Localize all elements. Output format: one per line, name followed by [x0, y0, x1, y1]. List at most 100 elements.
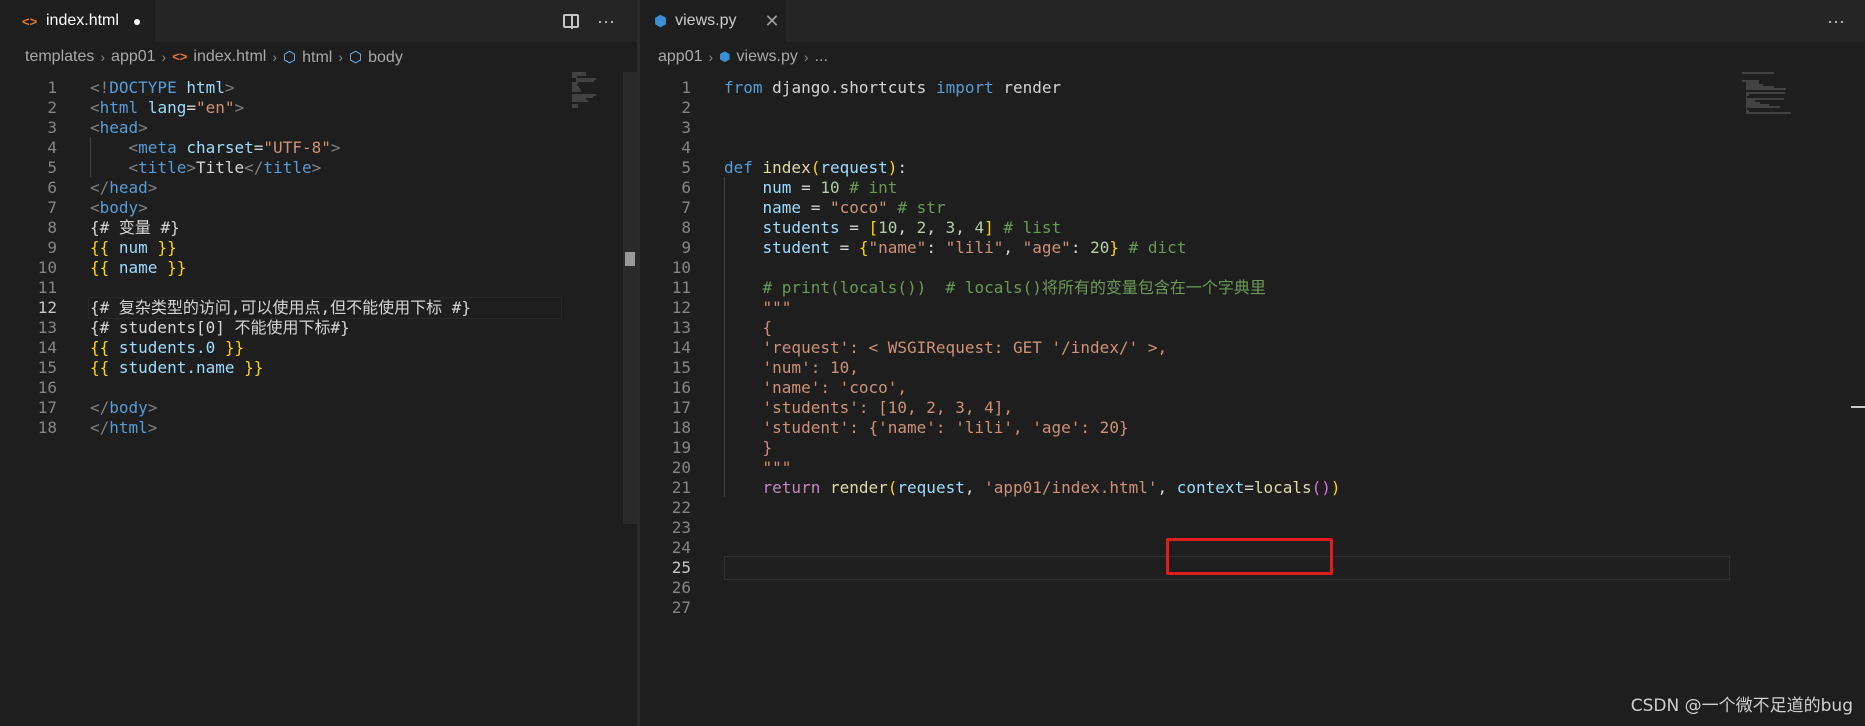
- symbol-element-icon: ⬡: [349, 48, 363, 66]
- breadcrumb-label: templates: [25, 48, 95, 65]
- code-token: 'student': {'name': 'lili', 'age': 20}: [762, 418, 1129, 437]
- vertical-scrollbar[interactable]: [1851, 72, 1865, 726]
- code-token: }}: [157, 258, 187, 277]
- code-token: body: [109, 398, 148, 417]
- line-number: 18: [37, 418, 57, 437]
- symbol-element-icon: ⬡: [283, 48, 297, 66]
- breadcrumb-item[interactable]: <> index.html: [172, 48, 266, 66]
- breadcrumb: templates › app01 › <> index.html › ⬡ html › ⬡ body: [0, 42, 637, 72]
- breadcrumb-item[interactable]: templates: [25, 48, 94, 66]
- code-token: def: [724, 158, 763, 177]
- code-token: <: [128, 158, 139, 177]
- code-token: </: [244, 158, 264, 177]
- breadcrumb-item[interactable]: app01: [111, 48, 156, 66]
- code-token: return: [762, 478, 830, 497]
- code-token: head: [109, 178, 148, 197]
- code-token: django.shortcuts: [772, 78, 936, 97]
- minimap-line: [576, 80, 594, 82]
- minimap-line: [1746, 92, 1785, 94]
- close-icon[interactable]: ✕: [764, 11, 779, 32]
- split-editor-icon[interactable]: [563, 14, 580, 29]
- code-token: 'request': < WSGIRequest: GET '/index/' …: [762, 338, 1168, 357]
- code-token: Title: [195, 158, 245, 177]
- chevron-right-icon: ›: [708, 49, 714, 65]
- code-editor-views-py[interactable]: 1 from django.shortcuts import render 2 3 4 5…: [640, 72, 1865, 726]
- code-token: </: [90, 398, 110, 417]
- code-line[interactable]: 18 </html>: [0, 416, 637, 440]
- code-token: import: [935, 78, 1004, 97]
- breadcrumb-item[interactable]: ⬡ html: [283, 48, 332, 67]
- breadcrumb-item[interactable]: app01: [658, 48, 703, 66]
- code-token: # int: [839, 178, 898, 197]
- code-token: render: [1003, 78, 1062, 97]
- code-token: 2: [916, 218, 927, 237]
- breadcrumb-label: body: [368, 48, 403, 66]
- left-tab-bar: <> index.html ● ···: [0, 0, 637, 42]
- code-token: (): [1311, 478, 1331, 497]
- code-token: <: [128, 138, 139, 157]
- vertical-scrollbar[interactable]: [623, 72, 637, 726]
- chevron-right-icon: ›: [100, 49, 106, 65]
- code-token: name: [118, 258, 158, 277]
- code-token: [: [868, 218, 879, 237]
- tab-views-py[interactable]: ⬢ views.py ✕: [640, 0, 786, 42]
- code-token: }}: [234, 358, 264, 377]
- code-token: {# 变量 #}: [90, 218, 180, 237]
- breadcrumb-item[interactable]: ...: [815, 48, 828, 66]
- code-token: "en": [195, 98, 235, 117]
- code-token: 10: [820, 178, 840, 197]
- more-actions-icon[interactable]: ···: [597, 11, 615, 32]
- minimap-line: [572, 90, 581, 92]
- code-token: >: [138, 118, 148, 137]
- code-token: }: [762, 438, 773, 457]
- code-token: students: [762, 218, 840, 237]
- code-token: {# students[0] 不能使用下标#}: [90, 318, 350, 337]
- code-token: head: [99, 118, 139, 137]
- more-actions-icon[interactable]: ···: [1827, 11, 1845, 32]
- chevron-right-icon: ›: [272, 49, 277, 65]
- code-token: >: [330, 138, 341, 157]
- code-token: }}: [147, 238, 177, 257]
- code-token: # str: [887, 198, 946, 217]
- breadcrumb-item[interactable]: ⬡ body: [349, 48, 403, 67]
- highlight-annotation: [1166, 538, 1333, 575]
- code-token: title: [263, 158, 312, 177]
- code-token: ): [1330, 478, 1341, 497]
- code-token: =: [791, 178, 821, 197]
- minimap[interactable]: [572, 72, 622, 112]
- code-token: =: [839, 218, 869, 237]
- unsaved-dot-icon[interactable]: ●: [133, 13, 141, 29]
- code-token: """: [762, 458, 792, 477]
- code-token: 'students': [10, 2, 3, 4],: [762, 398, 1013, 417]
- code-token: <: [90, 198, 100, 217]
- code-token: {{: [90, 238, 119, 257]
- code-token: charset: [186, 138, 254, 157]
- minimap-line: [1746, 112, 1791, 114]
- code-token: title: [138, 158, 187, 177]
- cursor-marker: [1851, 406, 1865, 408]
- scrollbar-thumb[interactable]: [623, 72, 637, 524]
- code-token: }}: [215, 338, 245, 357]
- html-file-icon: <>: [172, 49, 188, 64]
- breadcrumb-label: views.py: [736, 48, 798, 65]
- minimap[interactable]: [1742, 72, 1792, 114]
- breadcrumb-item[interactable]: ⬢ views.py: [719, 48, 798, 66]
- code-token: ,: [926, 218, 946, 237]
- code-token: <: [90, 98, 100, 117]
- code-token: student.name: [118, 358, 235, 377]
- code-editor-index-html[interactable]: 1 <!DOCTYPE html> 2 <html lang="en"> 3 <head>…: [0, 72, 637, 726]
- html-file-icon: <>: [22, 13, 38, 29]
- code-token: "age": [1022, 238, 1071, 257]
- code-token: (: [887, 478, 898, 497]
- breadcrumb-label: app01: [658, 48, 703, 65]
- tab-index-html[interactable]: <> index.html ●: [0, 0, 155, 42]
- code-token: {{: [90, 338, 119, 357]
- tab-label: index.html: [46, 12, 119, 29]
- python-file-icon: ⬢: [654, 13, 668, 30]
- code-line[interactable]: 27: [640, 596, 1865, 620]
